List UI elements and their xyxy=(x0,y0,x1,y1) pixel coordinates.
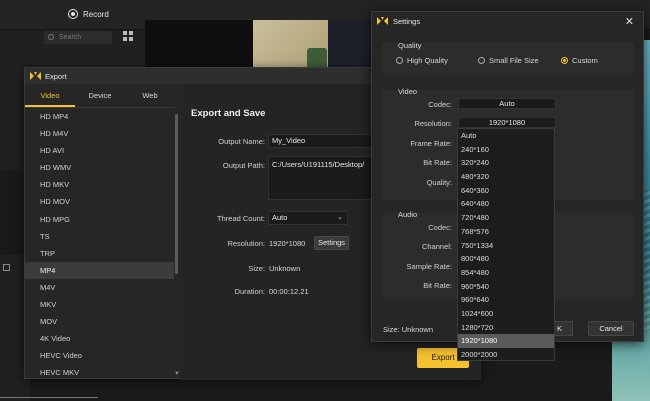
settings-title-bar[interactable]: Settings xyxy=(372,12,643,30)
resolution-option[interactable]: 320*240 xyxy=(458,156,554,170)
settings-title: Settings xyxy=(393,16,421,26)
ok-button[interactable]: K xyxy=(555,321,573,336)
channel-label: Channel: xyxy=(421,242,452,251)
search-icon xyxy=(48,34,54,40)
format-item[interactable]: HD M4V xyxy=(25,125,174,142)
tab-device[interactable]: Device xyxy=(75,87,125,107)
record-label: Record xyxy=(83,9,109,19)
record-icon xyxy=(68,9,78,19)
duration-value: 00:00:12.21 xyxy=(269,287,309,296)
format-list: HD MP4 HD M4V HD AVI HD WMV HD MKV HD MO… xyxy=(25,108,174,380)
thread-count-label: Thread Count: xyxy=(217,214,265,223)
format-item[interactable]: TRP xyxy=(25,245,174,262)
close-icon[interactable]: ✕ xyxy=(625,15,634,28)
radio-custom[interactable]: Custom xyxy=(561,56,598,65)
format-item[interactable]: HD AVI xyxy=(25,142,174,159)
format-item[interactable]: HD MPG xyxy=(25,211,174,228)
sample-rate-label: Sample Rate: xyxy=(406,262,452,271)
radio-high-quality[interactable]: High Quality xyxy=(396,56,448,65)
app-logo-icon xyxy=(30,72,41,80)
chevron-down-icon: ⌄ xyxy=(337,214,343,221)
format-item[interactable]: HD WMV xyxy=(25,159,174,176)
app-logo-icon xyxy=(377,17,388,25)
resolution-option[interactable]: 800*480 xyxy=(458,252,554,266)
resolution-option[interactable]: 480*320 xyxy=(458,170,554,184)
export-heading: Export and Save xyxy=(191,108,266,119)
thread-count-value: Auto xyxy=(272,213,288,222)
resolution-option[interactable]: 960*540 xyxy=(458,280,554,294)
format-item-selected[interactable]: MP4 xyxy=(25,261,174,279)
tab-web[interactable]: Web xyxy=(125,87,175,107)
resolution-option-selected[interactable]: 1920*1080 xyxy=(458,334,554,348)
library-search-input[interactable]: Search xyxy=(44,31,112,44)
radio-icon xyxy=(478,57,485,64)
audio-bit-rate-label: Bit Rate: xyxy=(423,281,452,290)
format-item[interactable]: HD MP4 xyxy=(25,108,174,125)
output-path-label: Output Path: xyxy=(222,161,265,170)
bit-rate-label: Bit Rate: xyxy=(423,158,452,167)
resolution-option[interactable]: 768*576 xyxy=(458,225,554,239)
radio-label: Custom xyxy=(572,56,598,65)
resolution-option[interactable]: Auto xyxy=(458,129,554,143)
video-group-title: Video xyxy=(398,87,418,96)
format-item[interactable]: TS xyxy=(25,228,174,245)
radio-label: High Quality xyxy=(407,56,448,65)
resolution-option[interactable]: 720*480 xyxy=(458,211,554,225)
quality-group-title: Quality xyxy=(398,41,422,50)
audio-codec-label: Codec: xyxy=(428,223,452,232)
size-value: Unknown xyxy=(269,264,301,273)
resolution-label: Resolution: xyxy=(414,119,452,128)
quality-label: Quality: xyxy=(426,178,452,187)
resolution-option[interactable]: 240*160 xyxy=(458,143,554,157)
estimated-size: Size: Unknown xyxy=(383,325,434,334)
codec-select[interactable]: Auto xyxy=(458,98,556,109)
size-label: Size: xyxy=(248,264,265,273)
settings-button[interactable]: Settings xyxy=(314,236,349,250)
thread-count-select[interactable]: Auto ⌄ xyxy=(268,211,348,225)
resolution-option[interactable]: 854*480 xyxy=(458,266,554,280)
resolution-option[interactable]: 640*360 xyxy=(458,184,554,198)
export-tabs: Video Device Web xyxy=(25,87,175,107)
resolution-select[interactable]: 1920*1080 xyxy=(458,117,556,128)
audio-group-title: Audio xyxy=(398,210,418,219)
format-item[interactable]: HEVC Video xyxy=(25,347,174,364)
format-item[interactable]: M4V xyxy=(25,279,174,296)
timeline-track-icon[interactable] xyxy=(3,264,10,271)
record-button[interactable]: Record xyxy=(68,9,109,19)
output-name-label: Output Name: xyxy=(218,137,265,146)
radio-selected-icon xyxy=(561,57,568,64)
format-item[interactable]: HEVC MKV xyxy=(25,364,174,381)
resolution-option[interactable]: 640*480 xyxy=(458,197,554,211)
duration-label: Duration: xyxy=(234,287,265,296)
resolution-option[interactable]: 960*640 xyxy=(458,293,554,307)
tab-video[interactable]: Video xyxy=(25,87,75,107)
resolution-option[interactable]: 2000*2000 xyxy=(458,348,554,362)
codec-label: Codec: xyxy=(428,100,452,109)
radio-icon xyxy=(396,57,403,64)
format-item[interactable]: MOV xyxy=(25,313,174,330)
resolution-option[interactable]: 1280*720 xyxy=(458,321,554,335)
timeline-ruler xyxy=(0,397,98,398)
resolution-label: Resolution: xyxy=(227,239,265,248)
format-item[interactable]: 4K Video xyxy=(25,330,174,347)
radio-small-file-size[interactable]: Small File Size xyxy=(478,56,539,65)
format-item[interactable]: HD MKV xyxy=(25,176,174,193)
frame-rate-label: Frame Rate: xyxy=(410,139,452,148)
format-item[interactable]: HD MOV xyxy=(25,193,174,210)
scroll-down-icon[interactable]: ▼ xyxy=(174,371,180,377)
cancel-button[interactable]: Cancel xyxy=(588,321,634,336)
resolution-option[interactable]: 1024*600 xyxy=(458,307,554,321)
resolution-dropdown: Auto 240*160 320*240 480*320 640*360 640… xyxy=(457,128,555,361)
resolution-value: 1920*1080 xyxy=(269,239,306,248)
search-placeholder: Search xyxy=(59,34,82,41)
export-title: Export xyxy=(45,71,67,81)
format-item[interactable]: MKV xyxy=(25,296,174,313)
radio-label: Small File Size xyxy=(489,56,539,65)
grid-view-icon[interactable] xyxy=(123,31,133,41)
resolution-option[interactable]: 750*1334 xyxy=(458,239,554,253)
